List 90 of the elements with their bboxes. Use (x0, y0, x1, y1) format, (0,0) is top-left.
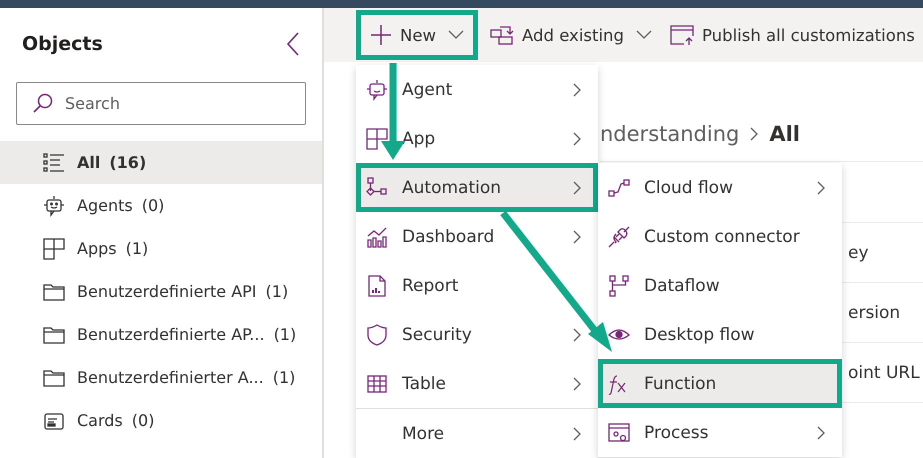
sidebar-item[interactable]: All (16) (0, 141, 322, 184)
plug-icon (608, 226, 630, 248)
item-label: Benutzerdefinierter A... (77, 368, 264, 387)
menu-item-label: Security (402, 324, 473, 344)
menu-item-label: Table (402, 374, 447, 394)
new-button[interactable]: New (356, 10, 478, 60)
add-existing-icon (490, 24, 514, 46)
flow-icon (366, 176, 388, 198)
sidebar-item[interactable]: Apps (1) (0, 227, 322, 270)
menu-item[interactable]: Security (356, 310, 598, 359)
add-button[interactable]: Add existing (484, 10, 658, 60)
menu-item-label: Dashboard (402, 226, 496, 246)
menu-item[interactable]: Cloud flow (598, 163, 842, 212)
item-label: Agents (77, 196, 133, 215)
menu-item-label: Desktop flow (644, 324, 756, 344)
menu-item-label: Function (644, 374, 718, 394)
menu-item-label: More (402, 424, 446, 444)
item-count: (1) (266, 282, 288, 301)
menu-item[interactable]: Custom connector (598, 212, 842, 261)
robot-icon (43, 194, 65, 216)
shield-icon (366, 324, 388, 346)
breadcrumb-link[interactable]: nderstanding (600, 122, 740, 146)
menu-item[interactable]: Agent (356, 65, 598, 114)
item-label: Benutzerdefinierte API (77, 282, 257, 301)
breadcrumb-current: All (769, 122, 800, 146)
menu-item-label: App (402, 128, 436, 148)
flow-line-icon (608, 176, 630, 198)
dataflow-icon (608, 274, 630, 296)
menu-item[interactable]: Desktop flow (598, 310, 842, 359)
publish-button[interactable]: Publish all customizations (664, 10, 921, 60)
item-label: All (77, 153, 100, 172)
chevron-icon (816, 180, 826, 196)
search-field[interactable]: Search (16, 82, 306, 125)
sidebar-item[interactable]: Agents (0) (0, 184, 322, 227)
sidebar-item[interactable]: Benutzerdefinierte AP... (1) (0, 313, 322, 356)
publish-icon (670, 24, 694, 46)
sidebar-item[interactable]: Benutzerdefinierter A... (1) (0, 356, 322, 399)
item-label: Apps (77, 239, 117, 258)
process-icon (608, 422, 630, 444)
table-cell: ersion (848, 302, 900, 322)
chevron-icon (749, 126, 760, 142)
menu-item[interactable]: App (356, 114, 598, 163)
menu-item[interactable]: Process (598, 408, 842, 457)
sidebar-title: Objects (22, 33, 103, 55)
item-count: (0) (142, 196, 164, 215)
table-cell: oint URL (848, 362, 920, 382)
menu-item[interactable]: More (356, 409, 598, 458)
chevron-icon (572, 376, 582, 392)
list-icon (43, 152, 65, 174)
chevron-icon (816, 424, 826, 440)
item-count: (0) (132, 411, 154, 430)
menu-item[interactable]: Report (356, 261, 598, 310)
item-label: Cards (77, 411, 123, 430)
menu-item[interactable]: Table (356, 359, 598, 408)
menu-item-label: Cloud flow (644, 178, 734, 198)
item-count: (1) (272, 368, 296, 387)
chevron-icon (572, 426, 582, 442)
chevron-icon (572, 130, 582, 146)
menu-item-label: Dataflow (644, 276, 721, 296)
menu-item-label: Agent (402, 80, 454, 100)
sidebar-item[interactable]: Benutzerdefinierte API (1) (0, 270, 322, 313)
menu-item[interactable]: Automation (356, 163, 598, 212)
item-count: (16) (109, 153, 146, 172)
report-icon (366, 274, 388, 296)
item-count: (1) (274, 325, 296, 344)
table-icon (366, 372, 388, 394)
chevron-icon (572, 326, 582, 342)
item-label: Benutzerdefinierte AP... (77, 325, 265, 344)
chevron-icon (572, 228, 582, 244)
menu-item-label: Report (402, 276, 460, 296)
collapse-icon[interactable] (286, 32, 300, 56)
plus-icon (370, 24, 392, 46)
menu-item[interactable]: Dashboard (356, 212, 598, 261)
caret-icon (448, 30, 464, 40)
menu-item-label: Automation (402, 178, 502, 198)
menu-item[interactable]: Function (598, 359, 842, 408)
grid-icon (43, 238, 65, 260)
chevron-icon (572, 82, 582, 98)
menu-item-label: Custom connector (644, 226, 801, 246)
menu-item-label: Process (644, 422, 710, 442)
item-count: (1) (126, 239, 148, 258)
search-icon (32, 92, 54, 114)
sidebar-item[interactable]: Cards (0) (0, 399, 322, 442)
caret-icon (636, 30, 652, 40)
chevron-icon (572, 180, 582, 196)
menu-item[interactable]: Dataflow (598, 261, 842, 310)
robot-icon (366, 78, 388, 100)
table-cell: ey (848, 242, 869, 262)
chart-icon (366, 226, 388, 248)
grid-icon (366, 128, 388, 150)
